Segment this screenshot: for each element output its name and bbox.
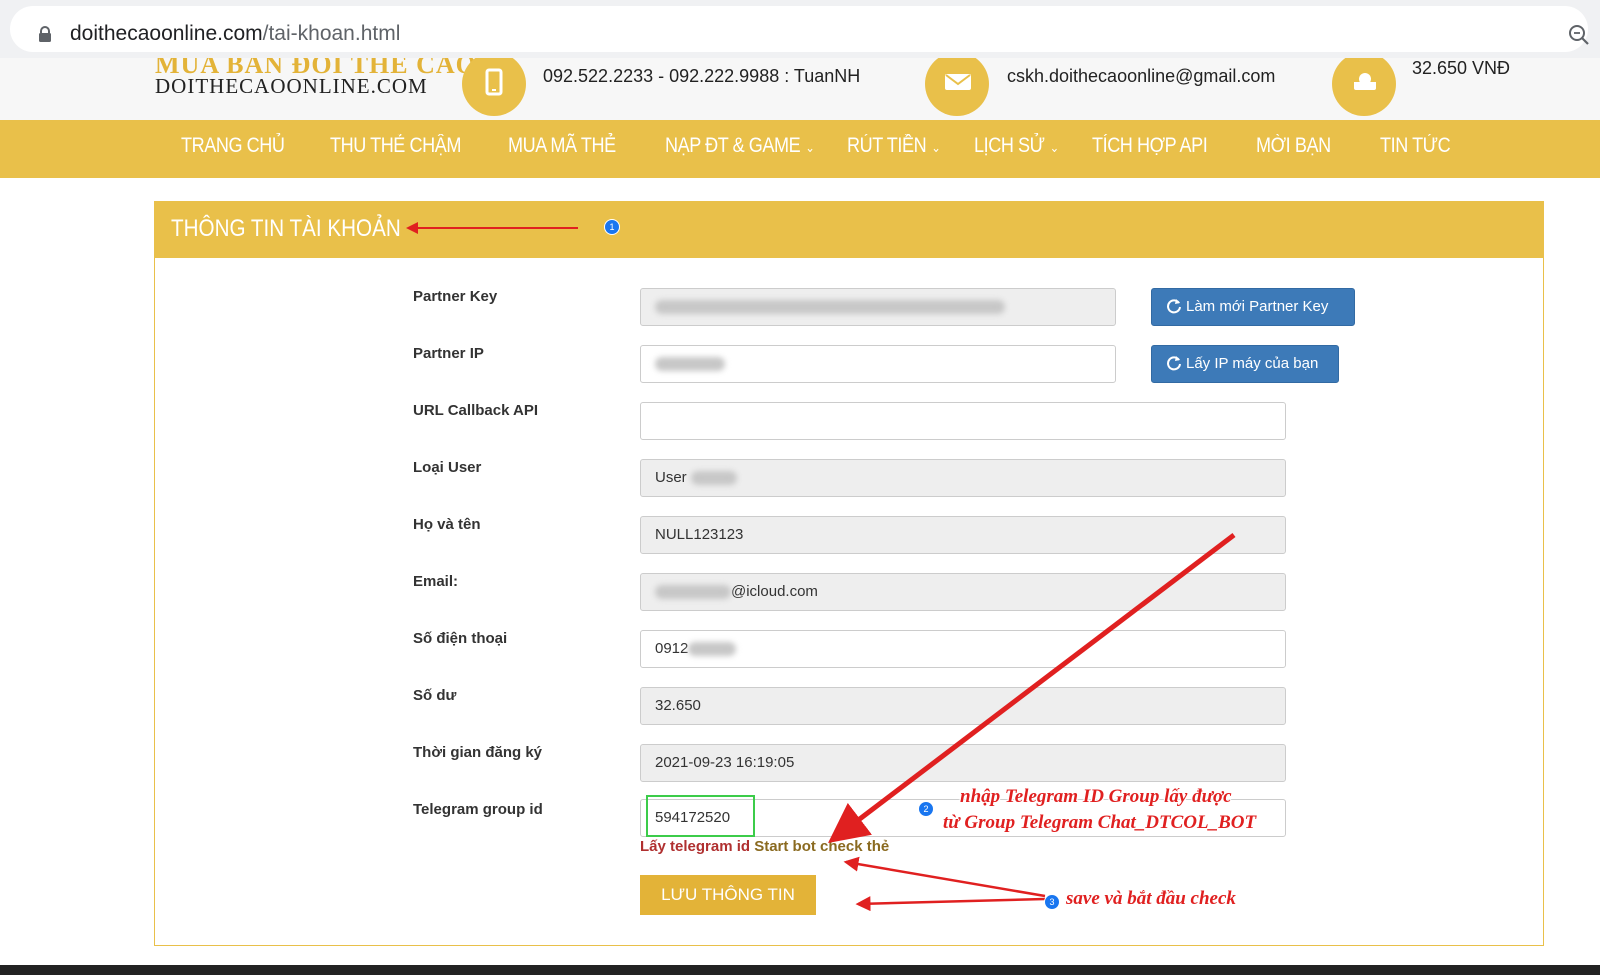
step-badge-3: 3 (1044, 894, 1060, 910)
url-domain: doithecaoonline.com (70, 22, 263, 45)
chevron-down-icon: ⌄ (805, 140, 815, 155)
redacted-text (690, 471, 737, 486)
step-badge-1: 1 (604, 219, 620, 235)
nav-thu-the-cham[interactable]: THU THẺ CHẬM (330, 134, 461, 158)
chevron-down-icon: ⌄ (931, 140, 941, 155)
header-balance: 32.650 VNĐ (1412, 58, 1511, 78)
header-email: cskh.doithecaoonline@gmail.com (1007, 66, 1276, 86)
site-logo[interactable]: DOITHECAOONLINE.COM (155, 74, 428, 99)
step-badge-2: 2 (918, 801, 934, 817)
nav-label: TIN TỨC (1380, 134, 1451, 157)
user-type-label: Loại User (413, 459, 482, 476)
phone-field[interactable]: 0912 (640, 630, 1286, 668)
nav-label: RÚT TIỀN (847, 134, 927, 157)
nav-tin-tuc[interactable]: TIN TỨC (1380, 134, 1451, 158)
url-bar[interactable]: doithecaoonline.com/tai-khoan.html (10, 6, 1590, 52)
partner-key-label: Partner Key (413, 288, 498, 305)
phone-value: 0912 (655, 640, 689, 657)
partner-ip-field[interactable] (640, 345, 1116, 383)
fullname-field[interactable]: NULL123123 (640, 516, 1286, 554)
nav-nap-dt-game[interactable]: NẠP ĐT & GAME ⌄ (665, 134, 815, 158)
site-header: MUA BÁN ĐỔI THẺ CÀO DOITHECAOONLINE.COM … (0, 58, 1600, 120)
nav-label: LỊCH SỬ (974, 134, 1045, 157)
email-icon (925, 58, 989, 116)
telegram-links: Lấy telegram id Start bot check thẻ (640, 838, 889, 855)
url-text[interactable]: doithecaoonline.com/tai-khoan.html (70, 22, 400, 46)
nav-trang-chu[interactable]: TRANG CHỦ (181, 134, 285, 158)
get-telegram-id-link[interactable]: Lấy telegram id (640, 838, 750, 855)
user-type-field[interactable]: User (640, 459, 1286, 497)
panel-title: THÔNG TIN TÀI KHOẢN (171, 215, 401, 242)
email-field[interactable]: @icloud.com (640, 573, 1286, 611)
nav-label: TÍCH HỢP API (1092, 134, 1208, 157)
refresh-partner-key-button[interactable]: Làm mới Partner Key (1151, 288, 1355, 326)
nav-label: MUA MÃ THẺ (508, 134, 616, 157)
nav-mua-ma-the[interactable]: MUA MÃ THẺ (508, 134, 616, 158)
highlight-box (646, 795, 755, 837)
chevron-down-icon: ⌄ (1049, 140, 1059, 155)
save-button[interactable]: LƯU THÔNG TIN (640, 875, 816, 915)
refresh-icon (1167, 299, 1181, 314)
zoom-icon[interactable] (1568, 24, 1590, 46)
annotation-note-2-line1: nhập Telegram ID Group lấy được (960, 786, 1232, 807)
nav-lich-su[interactable]: LỊCH SỬ ⌄ (974, 134, 1059, 158)
panel-header: THÔNG TIN TÀI KHOẢN (155, 202, 1543, 258)
nav-moi-ban[interactable]: MỜI BẠN (1256, 134, 1331, 158)
register-time-label: Thời gian đăng ký (413, 744, 543, 761)
header-phone: 092.522.2233 - 092.222.9988 : TuanNH (543, 66, 861, 86)
redacted-text (655, 357, 725, 372)
redacted-text (655, 585, 731, 600)
start-bot-link[interactable]: Start bot check thẻ (754, 838, 889, 855)
nav-label: NẠP ĐT & GAME (665, 134, 801, 157)
annotation-note-2-line2: từ Group Telegram Chat_DTCOL_BOT (943, 812, 1257, 833)
phone-label: Số điện thoại (413, 630, 508, 647)
balance-field[interactable]: 32.650 (640, 687, 1286, 725)
nav-label: THU THẺ CHẬM (330, 134, 461, 157)
lock-icon (39, 26, 51, 42)
balance-icon (1332, 58, 1396, 116)
redacted-text (688, 642, 737, 657)
get-ip-label: Lấy IP máy của bạn (1186, 355, 1319, 372)
fullname-label: Họ và tên (413, 516, 481, 533)
email-value: @icloud.com (731, 583, 818, 600)
nav-rut-tien[interactable]: RÚT TIỀN ⌄ (847, 134, 941, 158)
nav-tich-hop-api[interactable]: TÍCH HỢP API (1092, 134, 1208, 158)
email-label: Email: (413, 573, 459, 590)
url-callback-input[interactable] (640, 402, 1286, 440)
url-path: /tai-khoan.html (262, 22, 401, 45)
partner-ip-label: Partner IP (413, 345, 484, 362)
refresh-partner-key-label: Làm mới Partner Key (1186, 298, 1329, 315)
get-ip-button[interactable]: Lấy IP máy của bạn (1151, 345, 1339, 383)
redacted-text (655, 300, 1005, 315)
annotation-note-3: save và bắt đầu check (1066, 888, 1236, 909)
register-time-field[interactable]: 2021-09-23 16:19:05 (640, 744, 1286, 782)
phone-icon (462, 58, 526, 116)
page-footer-bar (0, 965, 1600, 975)
browser-address-bar: doithecaoonline.com/tai-khoan.html (0, 0, 1600, 58)
user-type-value: User (655, 469, 687, 486)
url-callback-label: URL Callback API (413, 402, 539, 419)
partner-key-field[interactable] (640, 288, 1116, 326)
refresh-icon (1167, 356, 1181, 371)
balance-label: Số dư (413, 687, 457, 704)
main-nav: TRANG CHỦ THU THẺ CHẬM MUA MÃ THẺ NẠP ĐT… (0, 120, 1600, 178)
nav-label: TRANG CHỦ (181, 134, 285, 157)
telegram-label: Telegram group id (413, 801, 543, 818)
nav-label: MỜI BẠN (1256, 134, 1331, 157)
